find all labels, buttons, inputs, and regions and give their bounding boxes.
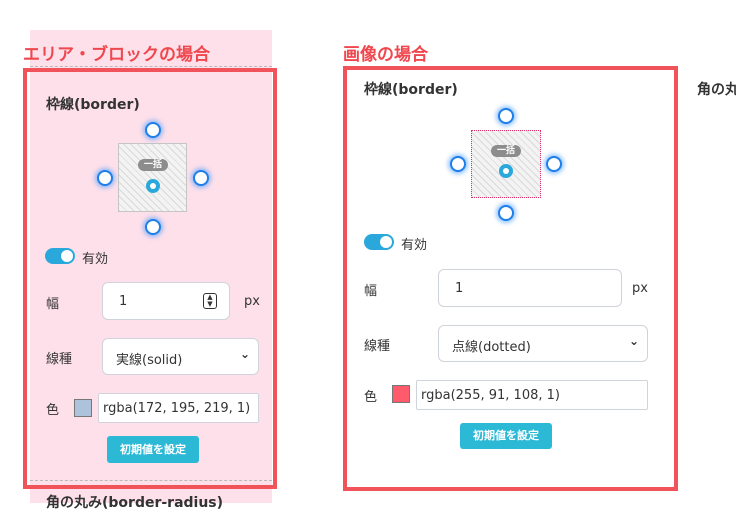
right-border-section-title: 枠線(border) — [364, 82, 458, 98]
chevron-down-icon: ⌄ — [628, 334, 639, 348]
right-style-select[interactable]: 点線(dotted) ⌄ — [438, 325, 648, 362]
far-right-section-title: 角の丸み — [697, 82, 736, 98]
left-bottom-divider — [30, 480, 272, 481]
left-right-handle[interactable] — [193, 170, 209, 186]
left-heading-divider — [30, 66, 272, 67]
right-color-input[interactable]: rgba(255, 91, 108, 1) — [416, 380, 648, 410]
left-color-label: 色 — [46, 403, 60, 418]
right-left-handle[interactable] — [450, 156, 466, 172]
left-style-value: 実線(solid) — [116, 353, 183, 368]
right-enable-label: 有効 — [401, 238, 428, 253]
right-bottom-handle[interactable] — [498, 205, 514, 221]
left-all-sides-badge[interactable]: 一括 — [138, 159, 168, 171]
right-enable-toggle[interactable] — [364, 234, 394, 250]
left-color-input[interactable]: rgba(172, 195, 219, 1) — [98, 393, 259, 423]
left-center-handle[interactable] — [146, 179, 160, 193]
right-unit-label: px — [632, 281, 648, 296]
left-unit-label: px — [244, 294, 260, 309]
left-color-swatch[interactable] — [74, 399, 92, 417]
left-left-handle[interactable] — [97, 170, 113, 186]
left-style-select[interactable]: 実線(solid) ⌄ — [102, 338, 259, 375]
left-width-value: 1 — [119, 294, 128, 309]
right-color-value: rgba(255, 91, 108, 1) — [421, 388, 560, 403]
right-style-value: 点線(dotted) — [452, 340, 531, 355]
left-enable-label: 有効 — [82, 252, 109, 267]
right-width-input[interactable]: 1 — [438, 269, 622, 307]
left-style-label: 線種 — [46, 352, 73, 367]
right-right-handle[interactable] — [546, 156, 562, 172]
right-width-value: 1 — [455, 281, 464, 296]
left-width-input[interactable]: 1 ▲ ▼ — [102, 282, 230, 320]
left-reset-button[interactable]: 初期値を設定 — [107, 436, 199, 463]
left-border-preview-box — [118, 143, 187, 212]
left-border-section-title: 枠線(border) — [46, 97, 140, 113]
left-spinner-icon[interactable]: ▲ ▼ — [203, 293, 217, 309]
left-color-value: rgba(172, 195, 219, 1) — [103, 401, 251, 416]
right-top-handle[interactable] — [498, 108, 514, 124]
right-reset-button[interactable]: 初期値を設定 — [460, 423, 552, 449]
right-heading: 画像の場合 — [343, 45, 428, 65]
right-all-sides-badge[interactable]: 一括 — [491, 145, 521, 157]
right-width-label: 幅 — [364, 284, 378, 299]
right-center-handle[interactable] — [499, 164, 513, 178]
left-width-label: 幅 — [46, 297, 60, 312]
right-style-label: 線種 — [364, 339, 391, 354]
chevron-down-icon: ⌄ — [239, 347, 250, 361]
left-next-section-title: 角の丸み(border-radius) — [46, 495, 224, 511]
right-color-swatch[interactable] — [392, 385, 410, 403]
right-color-label: 色 — [364, 390, 378, 405]
left-heading: エリア・ブロックの場合 — [23, 45, 210, 65]
left-bottom-handle[interactable] — [145, 219, 161, 235]
left-enable-toggle[interactable] — [45, 248, 75, 264]
left-top-handle[interactable] — [145, 122, 161, 138]
